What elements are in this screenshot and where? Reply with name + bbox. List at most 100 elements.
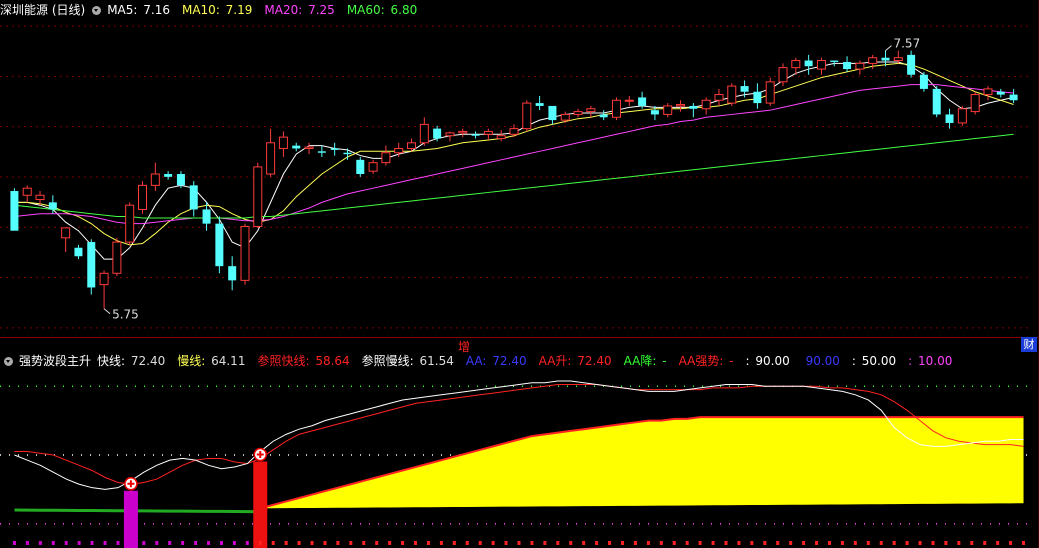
candle-body bbox=[292, 145, 301, 149]
candlestick-chart[interactable]: 7.57 5.75 bbox=[0, 0, 1039, 337]
candle bbox=[624, 96, 634, 106]
candle bbox=[650, 105, 659, 121]
candle-body bbox=[624, 99, 634, 102]
candle bbox=[471, 131, 480, 139]
indicator-value: 58.64 bbox=[311, 354, 350, 368]
indicator-chart[interactable] bbox=[0, 369, 1039, 548]
bottom-tick bbox=[530, 541, 534, 545]
candle bbox=[983, 86, 993, 101]
ma-line-ma5 bbox=[14, 61, 1014, 260]
candle bbox=[714, 88, 724, 106]
indicator-value: 72.40 bbox=[573, 354, 612, 368]
panel-separator bbox=[0, 337, 1039, 338]
bottom-tick bbox=[646, 541, 650, 545]
candle-body bbox=[740, 86, 749, 92]
candle bbox=[368, 159, 378, 174]
indicator-value: 10.00 bbox=[914, 354, 953, 368]
candle-body bbox=[509, 128, 519, 135]
candle bbox=[317, 145, 326, 157]
indicator-label: : bbox=[908, 354, 913, 368]
buy-signal-icon bbox=[253, 447, 268, 462]
candle bbox=[266, 128, 276, 177]
candle bbox=[599, 110, 608, 121]
bottom-tick bbox=[866, 541, 870, 545]
candle-body bbox=[61, 227, 71, 239]
bottom-tick bbox=[336, 541, 340, 545]
candle-body bbox=[535, 103, 544, 106]
candle-body bbox=[970, 94, 980, 113]
bottom-tick bbox=[659, 541, 663, 545]
candle-body bbox=[356, 159, 365, 174]
bottom-tick bbox=[517, 541, 521, 545]
bottom-tick bbox=[918, 541, 922, 545]
bottom-tick bbox=[620, 541, 624, 545]
candle-body bbox=[881, 57, 890, 61]
candle bbox=[253, 162, 263, 228]
candle bbox=[573, 108, 583, 118]
candle-body bbox=[87, 242, 96, 288]
bottom-tick bbox=[155, 541, 159, 545]
candle bbox=[483, 128, 493, 140]
candle bbox=[458, 128, 468, 138]
candle-body bbox=[816, 60, 826, 70]
candle-body bbox=[548, 105, 557, 121]
candle bbox=[419, 117, 429, 146]
bottom-tick bbox=[465, 541, 469, 545]
candle bbox=[343, 148, 352, 160]
candle-body bbox=[458, 130, 468, 134]
bottom-tick bbox=[957, 541, 961, 545]
candle-body bbox=[791, 60, 801, 69]
bottom-tick bbox=[116, 541, 120, 545]
candle bbox=[1009, 88, 1018, 104]
bottom-tick bbox=[776, 541, 780, 545]
candle-body bbox=[907, 54, 916, 75]
bottom-tick bbox=[103, 541, 107, 545]
signal-bar bbox=[123, 490, 138, 548]
bottom-tick bbox=[219, 541, 223, 545]
indicator-legend-item: 参照快线: 58.64 bbox=[257, 354, 355, 368]
indicator-title[interactable]: 强势波段主升 bbox=[19, 354, 91, 368]
candle bbox=[535, 96, 544, 111]
candle bbox=[48, 195, 57, 214]
candle bbox=[240, 223, 250, 285]
bottom-tick bbox=[737, 541, 741, 545]
candle bbox=[957, 105, 967, 126]
candle-body bbox=[10, 191, 19, 231]
finance-button[interactable]: 财 bbox=[1021, 337, 1037, 352]
candle-body bbox=[176, 174, 185, 186]
candle-body bbox=[471, 134, 480, 136]
candle-body bbox=[983, 88, 993, 96]
indicator-label: : bbox=[851, 354, 856, 368]
candle-body bbox=[638, 97, 647, 106]
bottom-tick bbox=[426, 541, 430, 545]
candle-body bbox=[253, 166, 263, 227]
bottom-tick bbox=[931, 541, 935, 545]
bottom-tick bbox=[349, 541, 353, 545]
candle-body bbox=[727, 85, 737, 104]
bottom-tick bbox=[232, 541, 236, 545]
bottom-tick bbox=[491, 541, 495, 545]
candle-body bbox=[304, 146, 314, 149]
bottom-tick bbox=[802, 541, 806, 545]
candle bbox=[996, 88, 1005, 98]
bottom-tick bbox=[297, 541, 301, 545]
candle-body bbox=[996, 91, 1005, 95]
indicator-settings-icon[interactable] bbox=[4, 357, 13, 366]
bottom-tick bbox=[439, 541, 443, 545]
bottom-tick bbox=[892, 541, 896, 545]
aa-band bbox=[260, 417, 1024, 509]
candle-body bbox=[599, 114, 608, 118]
candle-body bbox=[586, 108, 596, 113]
candle bbox=[753, 83, 762, 109]
bottom-tick bbox=[750, 541, 754, 545]
indicator-legend-item: AA: 72.40 bbox=[466, 354, 533, 368]
candle bbox=[843, 56, 852, 72]
candle-body bbox=[445, 132, 455, 137]
candle-body bbox=[919, 74, 928, 89]
bottom-tick bbox=[853, 541, 857, 545]
candle bbox=[61, 227, 71, 252]
candle bbox=[932, 86, 941, 118]
candle-body bbox=[317, 151, 326, 153]
candle bbox=[676, 100, 686, 112]
candle-body bbox=[202, 209, 211, 224]
